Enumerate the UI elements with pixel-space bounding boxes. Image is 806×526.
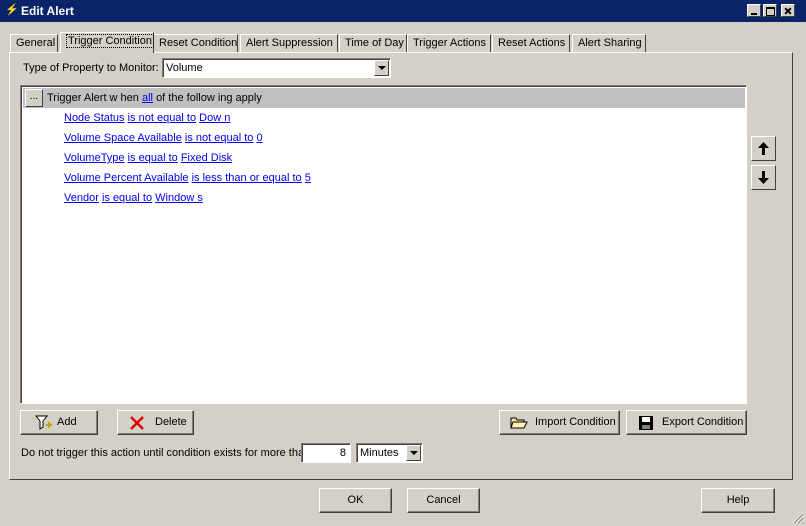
tab-general[interactable]: General — [10, 34, 58, 52]
ok-button[interactable]: OK — [319, 488, 392, 513]
root-suffix: of the follow ing apply — [156, 92, 262, 104]
condition-operator-link[interactable]: is equal to — [102, 192, 152, 204]
arrow-down-icon — [758, 171, 769, 184]
cancel-label: Cancel — [426, 494, 461, 506]
condition-field-link[interactable]: Volume Percent Available — [64, 172, 189, 184]
delay-unit-select[interactable]: Minutes — [356, 443, 423, 463]
condition-field-link[interactable]: Vendor — [64, 192, 99, 204]
floppy-disk-icon — [639, 416, 653, 430]
tab-label: Alert Sharing — [578, 37, 642, 49]
condition-value-link[interactable]: Dow n — [199, 112, 230, 124]
maximize-button[interactable] — [763, 4, 777, 17]
tab-label: Time of Day — [345, 37, 404, 49]
condition-operator-link[interactable]: is not equal to — [185, 132, 254, 144]
condition-root-row: ... Trigger Alert w hen all of the follo… — [23, 88, 745, 108]
tab-label: General — [16, 37, 56, 49]
red-x-icon — [130, 416, 144, 430]
tab-label: Trigger Condition — [66, 34, 154, 48]
tab-trigger-condition[interactable]: Trigger Condition — [60, 32, 154, 53]
condition-field-link[interactable]: Node Status — [64, 112, 125, 124]
condition-operator-link[interactable]: is equal to — [128, 152, 178, 164]
delay-value-input[interactable]: 8 — [301, 443, 351, 463]
move-down-button[interactable] — [751, 165, 776, 190]
tab-alert-suppression[interactable]: Alert Suppression — [240, 34, 338, 52]
condition-value-link[interactable]: 5 — [305, 172, 311, 184]
tab-reset-condition[interactable]: Reset Condition — [153, 34, 238, 52]
condition-row: Node Status is not equal to Dow n — [64, 112, 230, 124]
tab-label: Trigger Actions — [413, 37, 486, 49]
root-all-link[interactable]: all — [142, 92, 153, 104]
delay-value: 8 — [339, 447, 346, 459]
help-button[interactable]: Help — [701, 488, 775, 513]
condition-row: VolumeType is equal to Fixed Disk — [64, 152, 232, 164]
chevron-down-icon[interactable] — [374, 60, 389, 76]
resize-grip-icon[interactable] — [792, 512, 804, 524]
open-folder-icon — [510, 417, 528, 429]
condition-value-link[interactable]: 0 — [256, 132, 262, 144]
window-title: Edit Alert — [21, 4, 74, 18]
delay-unit-value: Minutes — [360, 447, 399, 459]
export-label: Export Condition — [662, 416, 744, 428]
condition-tree[interactable]: ... Trigger Alert w hen all of the follo… — [20, 85, 747, 404]
condition-operator-link[interactable]: is less than or equal to — [192, 172, 302, 184]
condition-value-link[interactable]: Window s — [155, 192, 203, 204]
condition-row: Volume Space Available is not equal to 0 — [64, 132, 263, 144]
tab-trigger-actions[interactable]: Trigger Actions — [407, 34, 491, 52]
chevron-down-icon[interactable] — [406, 445, 421, 461]
delete-condition-button[interactable]: Delete — [117, 410, 194, 435]
root-prefix: Trigger Alert w hen — [47, 92, 139, 104]
tab-label: Reset Condition — [159, 37, 238, 49]
tab-label: Reset Actions — [498, 37, 566, 49]
tab-label: Alert Suppression — [246, 37, 333, 49]
condition-field-link[interactable]: VolumeType — [64, 152, 125, 164]
property-type-value: Volume — [166, 62, 203, 74]
help-label: Help — [726, 494, 750, 506]
delete-label: Delete — [155, 416, 187, 428]
condition-row: Vendor is equal to Window s — [64, 192, 203, 204]
import-condition-button[interactable]: Import Condition — [499, 410, 620, 435]
title-bar: ⚡ Edit Alert — [0, 0, 806, 22]
condition-row: Volume Percent Available is less than or… — [64, 172, 311, 184]
condition-operator-link[interactable]: is not equal to — [128, 112, 197, 124]
add-filter-icon — [35, 415, 52, 430]
property-label: Type of Property to Monitor: — [23, 62, 159, 74]
property-type-select[interactable]: Volume — [162, 58, 391, 78]
condition-menu-button[interactable]: ... — [25, 89, 43, 107]
ok-label: OK — [347, 494, 364, 506]
close-button[interactable] — [781, 4, 795, 17]
condition-field-link[interactable]: Volume Space Available — [64, 132, 182, 144]
cancel-button[interactable]: Cancel — [407, 488, 480, 513]
app-icon: ⚡ — [5, 4, 19, 16]
delay-label: Do not trigger this action until conditi… — [21, 447, 311, 459]
add-label: Add — [57, 416, 77, 428]
condition-value-link[interactable]: Fixed Disk — [181, 152, 232, 164]
arrow-up-icon — [758, 142, 769, 155]
tab-reset-actions[interactable]: Reset Actions — [492, 34, 570, 52]
move-up-button[interactable] — [751, 136, 776, 161]
tab-alert-sharing[interactable]: Alert Sharing — [572, 34, 646, 52]
minimize-button[interactable] — [747, 4, 761, 17]
condition-root-text: Trigger Alert w hen all of the follow in… — [47, 92, 262, 104]
add-condition-button[interactable]: Add — [20, 410, 98, 435]
export-condition-button[interactable]: Export Condition — [626, 410, 747, 435]
tab-time-of-day[interactable]: Time of Day — [339, 34, 407, 52]
import-label: Import Condition — [535, 416, 616, 428]
